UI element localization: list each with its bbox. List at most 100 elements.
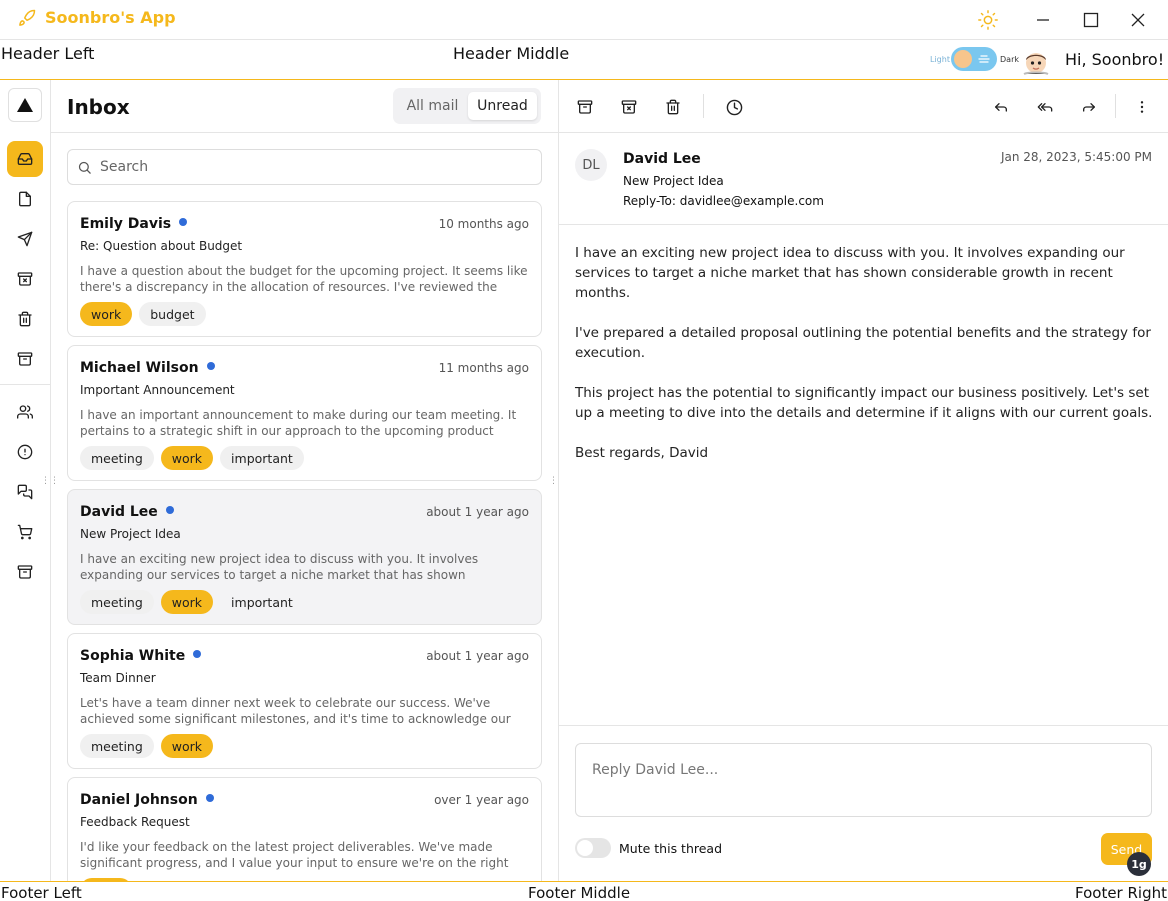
mail-subject: Re: Question about Budget (80, 239, 243, 253)
search-icon (77, 160, 92, 175)
reply-textarea[interactable] (575, 743, 1152, 817)
mail-time: over 1 year ago (434, 793, 529, 807)
mail-sender-name: Sophia White (80, 648, 186, 664)
mail-preview: I have a question about the budget for t… (80, 264, 528, 294)
theme-dark-label: Dark (1000, 55, 1019, 64)
delete-button[interactable] (662, 96, 684, 118)
title-bar: Soonbro's App (0, 0, 1168, 40)
theme-toggle-track[interactable] (951, 47, 997, 71)
tag-work[interactable]: work (160, 734, 214, 758)
nav-social[interactable] (7, 394, 43, 430)
rail-logo-button[interactable] (8, 88, 42, 122)
trash-icon (17, 311, 33, 327)
rail-divider (0, 384, 50, 385)
archive-x-icon (621, 99, 637, 115)
clock-icon (726, 99, 743, 116)
mail-list-panel: Inbox All mail Unread Emily Davis 10 mon… (51, 80, 559, 881)
tag-important[interactable]: important (220, 590, 304, 614)
tag-work[interactable]: work (160, 446, 214, 470)
mail-preview: Let's have a team dinner next week to ce… (80, 696, 511, 726)
tag-meeting[interactable]: meeting (80, 590, 154, 614)
forward-icon (1081, 99, 1097, 115)
theme-sun-button[interactable] (965, 0, 1011, 40)
close-button[interactable] (1115, 0, 1161, 40)
mute-thread-label: Mute this thread (619, 841, 723, 856)
shopping-cart-icon (17, 524, 33, 540)
minimize-button[interactable] (1020, 0, 1066, 40)
nav-forums[interactable] (7, 474, 43, 510)
tag-meeting[interactable]: meeting (80, 446, 154, 470)
mail-card[interactable]: Emily Davis 10 months ago Re: Question a… (67, 201, 542, 337)
mail-time: 11 months ago (438, 361, 529, 375)
mail-card[interactable]: Daniel Johnson over 1 year ago Feedback … (67, 777, 542, 881)
mail-card[interactable]: Michael Wilson 11 months ago Important A… (67, 345, 542, 481)
mail-card[interactable]: Sophia White about 1 year ago Team Dinne… (67, 633, 542, 769)
nav-archive[interactable] (7, 341, 43, 377)
app-logo-icon (18, 9, 36, 27)
mail-sender: Sophia White (80, 648, 202, 664)
tag-budget[interactable]: budget (139, 302, 206, 326)
tab-all-mail[interactable]: All mail (397, 92, 468, 120)
nav-inbox[interactable] (7, 141, 43, 177)
mail-preview: I have an important announcement to make… (80, 408, 517, 438)
tag-work[interactable]: work (160, 590, 214, 614)
unread-dot (179, 218, 188, 226)
more-vertical-icon (1134, 99, 1150, 115)
tag-work[interactable]: work (80, 302, 133, 326)
user-avatar[interactable] (1022, 48, 1050, 76)
footer-right: Footer Right (1075, 884, 1167, 901)
search-input[interactable] (100, 150, 530, 184)
sender-name: David Lee (623, 151, 701, 167)
maximize-button[interactable] (1068, 0, 1114, 40)
unread-dot (193, 650, 202, 658)
tab-unread[interactable]: Unread (468, 92, 537, 120)
footer: Footer Left Footer Middle Footer Right (0, 881, 1168, 901)
nav-junk[interactable] (7, 261, 43, 297)
footer-middle: Footer Middle (528, 884, 631, 901)
messages-icon (17, 484, 33, 500)
list-header: Inbox All mail Unread (51, 80, 558, 133)
mail-sender-name: Michael Wilson (80, 360, 199, 376)
inbox-title: Inbox (67, 95, 130, 119)
reply-all-button[interactable] (1034, 96, 1056, 118)
nav-rail: ⋮⋮ (0, 80, 59, 881)
forward-button[interactable] (1078, 96, 1100, 118)
nav-shopping[interactable] (7, 514, 43, 550)
nav-sent[interactable] (7, 221, 43, 257)
theme-toggle[interactable]: Light Dark (930, 47, 1020, 73)
app-title: Soonbro's App (45, 8, 176, 27)
inbox-icon (17, 151, 33, 167)
mail-tags: work budget (80, 302, 206, 326)
sender-avatar: DL (575, 149, 607, 181)
tag-important[interactable]: important (220, 446, 304, 470)
search-box (67, 149, 542, 185)
mail-tags: meeting work (80, 734, 214, 758)
mail-tags: meeting work important (80, 446, 304, 470)
toolbar-divider (1115, 94, 1116, 118)
nav-updates[interactable] (7, 434, 43, 470)
nav-trash[interactable] (7, 301, 43, 337)
tag-meeting[interactable]: meeting (80, 734, 154, 758)
message-paragraph: I've prepared a detailed proposal outlin… (575, 325, 1151, 361)
reply-to: Reply-To: davidlee@example.com (623, 194, 824, 208)
mute-thread-toggle[interactable] (575, 838, 611, 858)
close-icon (1131, 13, 1145, 27)
alert-circle-icon (17, 444, 33, 460)
mute-toggle-knob (577, 840, 593, 856)
move-to-junk-button[interactable] (618, 96, 640, 118)
toolbar-divider (703, 94, 704, 118)
snooze-button[interactable] (723, 96, 745, 118)
nav-promotions[interactable] (7, 554, 43, 590)
floating-badge[interactable]: 1g (1127, 852, 1151, 876)
mail-tags: meeting work important (80, 590, 304, 614)
mail-card-selected[interactable]: David Lee about 1 year ago New Project I… (67, 489, 542, 625)
maximize-icon (1083, 12, 1099, 28)
nav-drafts[interactable] (7, 181, 43, 217)
more-button[interactable] (1131, 96, 1153, 118)
trash-icon (665, 99, 681, 115)
message-subject: New Project Idea (623, 174, 724, 188)
reply-button[interactable] (990, 96, 1012, 118)
message-header: DL David Lee New Project Idea Reply-To: … (559, 133, 1168, 225)
archive-button[interactable] (574, 96, 596, 118)
triangle-logo-icon (16, 97, 34, 113)
